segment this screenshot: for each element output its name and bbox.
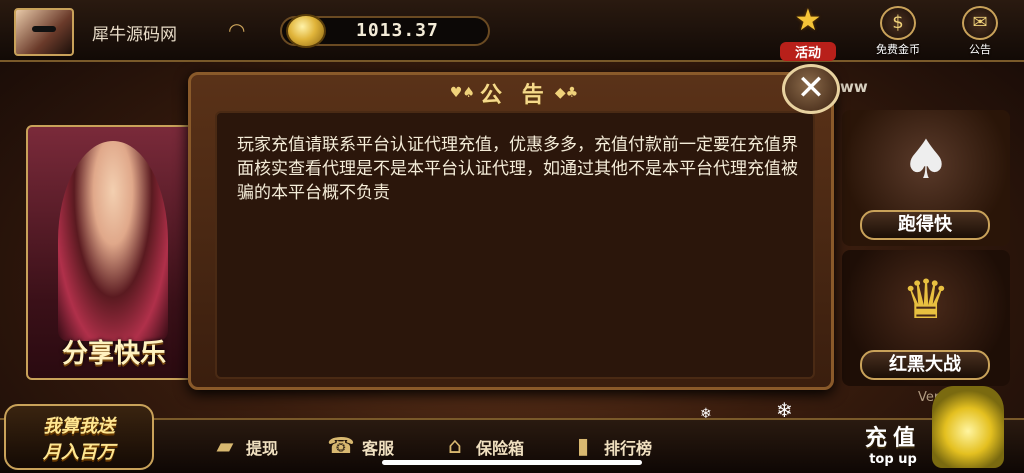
- diamond-club-icon: ◆♣: [554, 85, 579, 101]
- promo-line2: 月入百万: [43, 442, 115, 463]
- dialog-title: 公 告: [480, 83, 550, 108]
- crown-vs-icon: ♛: [901, 268, 951, 331]
- promo-line1: 我算我送: [43, 416, 115, 437]
- gold-coin-icon: [286, 14, 326, 48]
- notice-label: 公告: [969, 43, 991, 56]
- notice-dialog: ♥♠ 公 告 ◆♣ 玩家充值请联系平台认证代理充值，优惠多多，充值付款前一定要在…: [188, 72, 834, 390]
- topup-label-en: top up: [869, 452, 917, 467]
- free-coins-button[interactable]: $ 免费金币: [870, 6, 926, 58]
- balance-value: 1013.37: [356, 20, 439, 41]
- mail-icon: ✉: [962, 6, 998, 40]
- nav-bank[interactable]: ⌂ 保险箱: [440, 432, 524, 462]
- game-card-red-black[interactable]: ♛ 红黑大战: [842, 250, 1010, 386]
- activity-button[interactable]: ★ 活动: [780, 3, 836, 61]
- withdraw-icon: ▰: [216, 434, 234, 459]
- bank-icon: ⌂: [448, 434, 462, 459]
- nav-label: 提现: [246, 439, 279, 458]
- ranking-icon: ▮: [576, 434, 590, 459]
- heart-spade-icon: ♥♠: [449, 85, 475, 101]
- avatar[interactable]: [14, 8, 74, 56]
- spade-card-icon: ♠: [901, 128, 951, 191]
- wifi-icon: ◠: [228, 18, 246, 42]
- watermark-text: ww: [840, 78, 868, 96]
- nav-service[interactable]: ☎ 客服: [326, 432, 394, 462]
- free-coins-label: 免费金币: [876, 43, 920, 56]
- game-label: 跑得快: [860, 210, 990, 240]
- treasure-icon[interactable]: [932, 386, 1004, 468]
- home-indicator: [382, 460, 642, 465]
- dialog-body: 玩家充值请联系平台认证代理充值，优惠多多，充值付款前一定要在充值界面核实查看代理…: [215, 111, 815, 379]
- game-list: ♠ 跑得快 ♛ 红黑大战: [842, 110, 1012, 400]
- nav-label: 保险箱: [476, 439, 525, 458]
- notice-message: 玩家充值请联系平台认证代理充值，优惠多多，充值付款前一定要在充值界面核实查看代理…: [237, 135, 798, 203]
- close-icon: ✕: [796, 68, 826, 108]
- promo-badge[interactable]: 我算我送 月入百万: [4, 404, 154, 470]
- username: 犀牛源码网: [92, 25, 177, 45]
- star-icon: ★: [794, 3, 822, 38]
- notice-button[interactable]: ✉ 公告: [952, 6, 1008, 58]
- dialog-header: ♥♠ 公 告 ◆♣: [421, 77, 607, 108]
- activity-label: 活动: [780, 42, 836, 61]
- nav-ranking[interactable]: ▮ 排行榜: [568, 432, 652, 462]
- service-icon: ☎: [327, 434, 355, 459]
- coin-s-icon: $: [880, 6, 916, 40]
- topup-button[interactable]: 充值 top up: [848, 420, 938, 470]
- close-button[interactable]: ✕: [782, 64, 840, 114]
- topup-label-cn: 充值: [864, 426, 921, 451]
- nav-label: 客服: [362, 439, 395, 458]
- game-label: 红黑大战: [860, 350, 990, 380]
- game-card-paodekuai[interactable]: ♠ 跑得快: [842, 110, 1010, 246]
- nav-withdraw[interactable]: ▰ 提现: [210, 432, 278, 462]
- nav-label: 排行榜: [604, 439, 653, 458]
- share-label: 分享快乐: [61, 339, 166, 369]
- share-panel[interactable]: 分享快乐: [26, 125, 198, 380]
- hostess-image: [58, 141, 168, 341]
